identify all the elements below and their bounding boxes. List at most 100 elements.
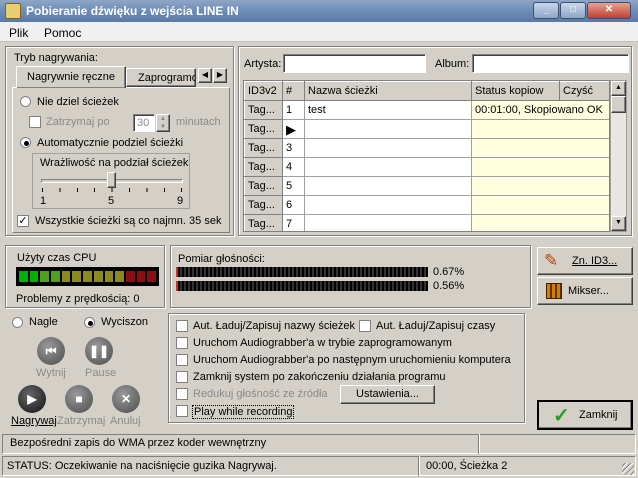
reduce-volume-checkbox[interactable]	[176, 388, 188, 403]
minimize-button[interactable]: _	[533, 2, 559, 19]
table-header-row: ID3v2 # Nazwa ścieżki Status kopiow Czyś…	[244, 81, 609, 101]
album-label: Album:	[435, 58, 470, 70]
quiet-label: Wyciszon	[101, 316, 148, 328]
stop-button-icon[interactable]: ■	[65, 385, 93, 413]
auto-times-label: Aut. Ładuj/Zapisuj czasy	[376, 320, 496, 332]
track-name[interactable]	[304, 119, 472, 139]
tag-button[interactable]: Tag...	[244, 176, 283, 196]
track-number: 3	[282, 138, 305, 158]
mixer-icon	[546, 283, 562, 299]
tag-button[interactable]: Tag...	[244, 100, 283, 120]
col-id3[interactable]: ID3v2	[244, 81, 283, 101]
cancel-button-icon[interactable]: ✕	[112, 385, 140, 413]
menu-bar: Plik Pomoc	[0, 22, 638, 42]
table-row[interactable]: Tag... 4	[244, 157, 609, 177]
quiet-radio[interactable]	[84, 317, 95, 331]
no-split-radio[interactable]	[20, 96, 31, 110]
stop-button-label: Zatrzymaj	[57, 415, 106, 427]
tag-button[interactable]: Tag...	[244, 119, 283, 139]
album-input[interactable]	[472, 54, 629, 73]
volume-label: Pomiar głośności:	[178, 253, 265, 265]
play-while-recording-checkbox[interactable]	[176, 405, 188, 420]
tag-button[interactable]: Tag...	[244, 214, 283, 231]
cut-button-icon[interactable]: ⏮	[37, 337, 65, 365]
track-status: 00:01:00, Skopiowano OK	[471, 100, 609, 120]
mixer-button[interactable]: Mikser...	[537, 277, 633, 305]
stop-minutes-spinner[interactable]: ▲ ▼	[156, 114, 170, 132]
run-next-checkbox[interactable]	[176, 354, 188, 369]
min35-label: Wszystkie ścieżki są co najmn. 35 sek	[35, 215, 222, 227]
track-name[interactable]: test	[304, 100, 472, 120]
track-status	[471, 176, 609, 196]
current-row-arrow-icon: ▶	[282, 119, 305, 139]
scroll-down-button[interactable]: ▼	[611, 216, 626, 231]
auto-names-checkbox[interactable]	[176, 320, 188, 335]
title-bar: Pobieranie dźwięku z wejścia LINE IN _ □…	[0, 0, 638, 22]
stop-after-checkbox[interactable]	[29, 116, 41, 131]
record-button-icon[interactable]: ▶	[18, 385, 46, 413]
cut-button-label: Wytnij	[36, 367, 66, 379]
table-scrollbar[interactable]: ▲ ▼	[610, 80, 627, 232]
menu-file[interactable]: Plik	[9, 26, 28, 40]
col-track-name[interactable]: Nazwa ścieżki	[304, 81, 472, 101]
track-status	[471, 138, 609, 158]
col-status[interactable]: Status kopiow	[471, 81, 560, 101]
tag-button[interactable]: Tag...	[244, 157, 283, 177]
status-text: STATUS: Oczekiwanie na naciśnięcie guzik…	[7, 460, 277, 472]
window-title: Pobieranie dźwięku z wejścia LINE IN	[26, 4, 239, 18]
track-name[interactable]	[304, 157, 472, 177]
tab-scroll-left-button[interactable]: ◀	[198, 68, 212, 83]
shutdown-checkbox[interactable]	[176, 371, 188, 386]
id3-button[interactable]: ✎ Zn. ID3...	[537, 247, 633, 275]
track-name[interactable]	[304, 214, 472, 231]
track-name[interactable]	[304, 138, 472, 158]
stop-minutes-input[interactable]: 30	[133, 114, 155, 132]
tag-button[interactable]: Tag...	[244, 138, 283, 158]
loud-radio[interactable]	[12, 317, 23, 331]
close-window-button[interactable]: ✕	[587, 2, 631, 19]
table-row[interactable]: Tag... 3	[244, 138, 609, 158]
close-button[interactable]: ✓ Zamknij	[537, 400, 633, 430]
cpu-meter	[16, 267, 159, 286]
artist-input[interactable]	[283, 54, 426, 73]
table-row[interactable]: Tag... 1 test 00:01:00, Skopiowano OK	[244, 100, 609, 120]
col-clear[interactable]: Czyść	[559, 81, 609, 101]
run-next-label: Uruchom Audiograbber'a po następnym uruc…	[193, 354, 511, 366]
tab-manual[interactable]: Nagrywnie ręczne	[16, 66, 126, 88]
tab-scroll-right-button[interactable]: ▶	[213, 68, 227, 83]
tab-scheduled[interactable]: Zaprogramo	[126, 68, 196, 87]
tracks-table-container: ID3v2 # Nazwa ścieżki Status kopiow Czyś…	[243, 80, 610, 232]
table-row[interactable]: Tag... ▶	[244, 119, 609, 139]
auto-times-checkbox[interactable]	[359, 320, 371, 335]
scroll-thumb[interactable]	[611, 96, 626, 113]
track-name[interactable]	[304, 195, 472, 215]
pause-button-icon[interactable]: ❚❚	[85, 337, 113, 365]
shutdown-label: Zamknij system po zakończeniu działania …	[193, 371, 446, 383]
track-name[interactable]	[304, 176, 472, 196]
status-divider	[418, 456, 420, 476]
auto-split-label: Automatycznie podziel ścieżki	[37, 137, 184, 149]
col-number[interactable]: #	[282, 81, 305, 101]
run-scheduled-checkbox[interactable]	[176, 337, 188, 352]
sensitivity-slider-thumb[interactable]	[107, 172, 116, 188]
menu-help[interactable]: Pomoc	[44, 26, 81, 40]
auto-split-radio[interactable]	[20, 137, 31, 151]
scroll-up-button[interactable]: ▲	[611, 81, 626, 96]
track-number: 6	[282, 195, 305, 215]
table-row[interactable]: Tag... 5	[244, 176, 609, 196]
close-button-label: Zamknij	[579, 409, 618, 421]
tag-button[interactable]: Tag...	[244, 195, 283, 215]
maximize-button[interactable]: □	[560, 2, 586, 19]
checkmark-icon: ✓	[553, 405, 570, 427]
speed-problems-label: Problemy z prędkością: 0	[16, 293, 140, 305]
settings-button[interactable]: Ustawienia...	[340, 385, 435, 404]
track-number: 7	[282, 214, 305, 231]
id3-button-label: Zn. ID3...	[572, 255, 618, 267]
size-grip-icon[interactable]	[622, 463, 634, 475]
min35-checkbox[interactable]: ✓	[17, 215, 29, 227]
record-button-label: Nagrywaj	[11, 415, 57, 427]
table-row[interactable]: Tag... 7	[244, 214, 609, 231]
table-row[interactable]: Tag... 6	[244, 195, 609, 215]
volume-meter-right	[176, 281, 428, 291]
track-number: 5	[282, 176, 305, 196]
